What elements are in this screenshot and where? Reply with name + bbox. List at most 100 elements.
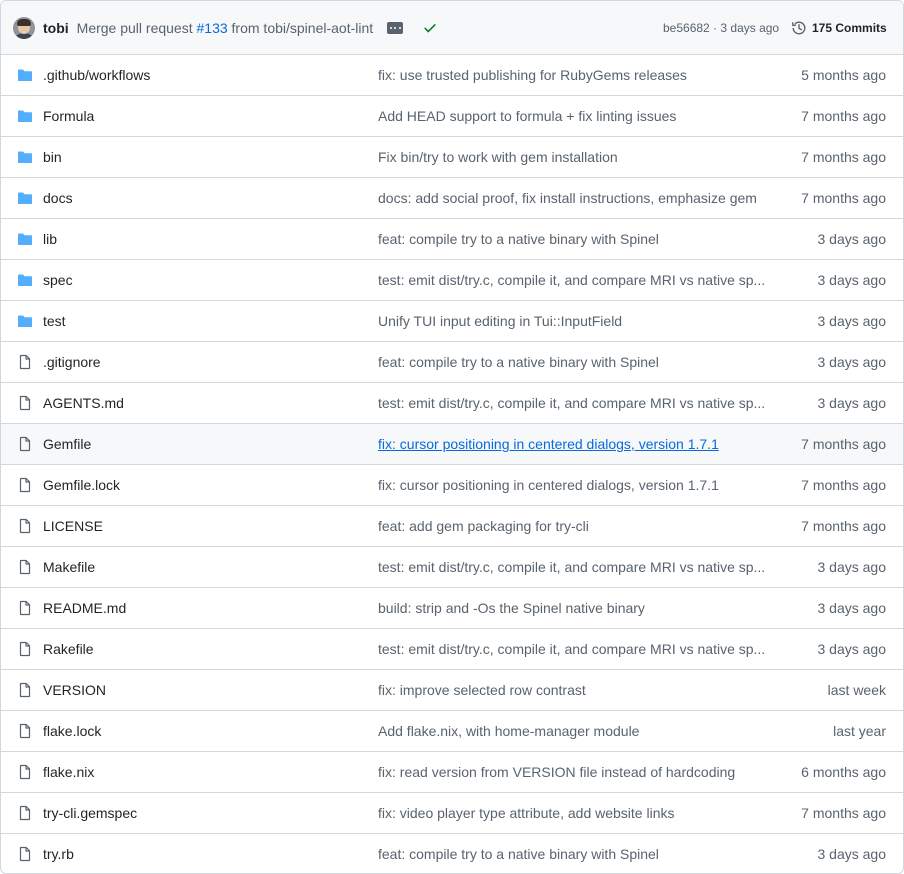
commit-message-link[interactable]: feat: compile try to a native binary wit… <box>378 219 659 260</box>
file-row[interactable]: Rakefile test: emit dist/try.c, compile i… <box>1 629 903 670</box>
commit-message-suffix[interactable]: from tobi/spinel-aot-lint <box>232 20 374 36</box>
commit-age[interactable]: 3 days ago <box>818 219 887 260</box>
file-row[interactable]: Makefile test: emit dist/try.c, compile i… <box>1 547 903 588</box>
file-name-link[interactable]: Makefile <box>43 547 95 588</box>
commit-age[interactable]: 7 months ago <box>801 506 886 547</box>
commit-message-link[interactable]: fix: improve selected row contrast <box>378 670 586 711</box>
expand-commit-message-button[interactable] <box>387 21 404 34</box>
file-row[interactable]: try-cli.gemspec fix: video player type at… <box>1 793 903 834</box>
avatar[interactable] <box>13 16 35 39</box>
commit-age[interactable]: 3 days ago <box>818 547 887 588</box>
file-name-link[interactable]: flake.lock <box>43 711 101 752</box>
folder-name-link[interactable]: .github/workflows <box>43 55 150 96</box>
file-row[interactable]: bin Fix bin/try to work with gem installa… <box>1 137 903 178</box>
file-name-link[interactable]: try-cli.gemspec <box>43 793 137 834</box>
commit-message-link[interactable]: fix: cursor positioning in centered dial… <box>378 424 719 465</box>
commit-message-link[interactable]: Unify TUI input editing in Tui::InputFie… <box>378 301 622 342</box>
commit-age[interactable]: 6 months ago <box>801 752 886 793</box>
file-name-link[interactable]: AGENTS.md <box>43 383 124 424</box>
file-row[interactable]: docs docs: add social proof, fix install … <box>1 178 903 219</box>
commit-age[interactable]: 5 months ago <box>801 55 886 96</box>
file-name-link[interactable]: LICENSE <box>43 506 103 547</box>
pull-request-link[interactable]: #133 <box>197 20 228 36</box>
commit-message-link[interactable]: test: emit dist/try.c, compile it, and c… <box>378 383 765 424</box>
folder-icon <box>17 149 33 165</box>
file-name-link[interactable]: Gemfile.lock <box>43 465 120 506</box>
file-name-link[interactable]: try.rb <box>43 834 74 873</box>
commit-age[interactable]: last week <box>828 670 886 711</box>
commit-message-link[interactable]: test: emit dist/try.c, compile it, and c… <box>378 547 765 588</box>
file-name-link[interactable]: Gemfile <box>43 424 91 465</box>
file-row[interactable]: LICENSE feat: add gem packaging for try-c… <box>1 506 903 547</box>
file-name-link[interactable]: VERSION <box>43 670 106 711</box>
file-icon <box>17 518 33 534</box>
commit-age[interactable]: 3 days ago <box>818 301 887 342</box>
file-row[interactable]: lib feat: compile try to a native binary … <box>1 219 903 260</box>
commits-count: 175 Commits <box>812 21 887 35</box>
file-row[interactable]: README.md build: strip and -Os the Spinel… <box>1 588 903 629</box>
commit-message-link[interactable]: feat: add gem packaging for try-cli <box>378 506 589 547</box>
file-row[interactable]: try.rb feat: compile try to a native bina… <box>1 834 903 873</box>
latest-commit-message[interactable]: Merge pull request #133 from tobi/spinel… <box>77 20 374 36</box>
file-row[interactable]: VERSION fix: improve selected row contras… <box>1 670 903 711</box>
file-icon <box>17 723 33 739</box>
file-row[interactable]: flake.lock Add flake.nix, with home-manag… <box>1 711 903 752</box>
file-row[interactable]: test Unify TUI input editing in Tui::Inpu… <box>1 301 903 342</box>
commit-message-link[interactable]: test: emit dist/try.c, compile it, and c… <box>378 260 765 301</box>
commit-message-link[interactable]: Fix bin/try to work with gem installatio… <box>378 137 618 178</box>
file-name-link[interactable]: flake.nix <box>43 752 94 793</box>
commit-message-link[interactable]: feat: compile try to a native binary wit… <box>378 342 659 383</box>
commit-message-link[interactable]: fix: video player type attribute, add we… <box>378 793 675 834</box>
file-row[interactable]: Gemfile fix: cursor positioning in center… <box>1 424 903 465</box>
folder-name-link[interactable]: bin <box>43 137 62 178</box>
folder-icon <box>17 313 33 329</box>
folder-name-link[interactable]: spec <box>43 260 73 301</box>
commit-message-link[interactable]: fix: use trusted publishing for RubyGems… <box>378 55 687 96</box>
commit-message-link[interactable]: fix: cursor positioning in centered dial… <box>378 465 719 506</box>
commit-age[interactable]: 7 months ago <box>801 465 886 506</box>
commit-message-link[interactable]: Add flake.nix, with home-manager module <box>378 711 639 752</box>
commit-age[interactable]: 3 days ago <box>818 834 887 873</box>
file-row[interactable]: Gemfile.lock fix: cursor positioning in c… <box>1 465 903 506</box>
commit-message-link[interactable]: test: emit dist/try.c, compile it, and c… <box>378 629 765 670</box>
file-icon <box>17 436 33 452</box>
commit-age[interactable]: 7 months ago <box>801 793 886 834</box>
commit-age[interactable]: 3 days ago <box>818 260 887 301</box>
commit-sha-age[interactable]: be56682 · 3 days ago <box>663 1 779 55</box>
commit-age[interactable]: 3 days ago <box>818 588 887 629</box>
file-row[interactable]: .github/workflows fix: use trusted publis… <box>1 55 903 96</box>
file-icon <box>17 559 33 575</box>
folder-name-link[interactable]: test <box>43 301 66 342</box>
folder-name-link[interactable]: lib <box>43 219 57 260</box>
file-list: .github/workflows fix: use trusted publis… <box>1 55 903 873</box>
commit-message-link[interactable]: Add HEAD support to formula + fix lintin… <box>378 96 676 137</box>
commits-history-button[interactable]: 175 Commits <box>791 1 887 55</box>
folder-name-link[interactable]: docs <box>43 178 73 219</box>
commit-message-link[interactable]: build: strip and -Os the Spinel native b… <box>378 588 645 629</box>
commit-age[interactable]: 7 months ago <box>801 96 886 137</box>
commit-age[interactable]: 7 months ago <box>801 137 886 178</box>
commit-age[interactable]: 7 months ago <box>801 424 886 465</box>
commit-author[interactable]: tobi <box>43 20 69 36</box>
commit-age[interactable]: 3 days ago <box>818 629 887 670</box>
file-row[interactable]: spec test: emit dist/try.c, compile it, a… <box>1 260 903 301</box>
file-name-link[interactable]: .gitignore <box>43 342 101 383</box>
commit-age[interactable]: 3 days ago <box>818 342 887 383</box>
commit-age[interactable]: last year <box>833 711 886 752</box>
history-icon <box>791 21 806 35</box>
folder-name-link[interactable]: Formula <box>43 96 94 137</box>
file-icon <box>17 805 33 821</box>
commit-message-link[interactable]: feat: compile try to a native binary wit… <box>378 834 659 873</box>
commit-age[interactable]: 7 months ago <box>801 178 886 219</box>
file-row[interactable]: flake.nix fix: read version from VERSION … <box>1 752 903 793</box>
commit-message-link[interactable]: fix: read version from VERSION file inst… <box>378 752 735 793</box>
file-row[interactable]: Formula Add HEAD support to formula + fix… <box>1 96 903 137</box>
commit-message-prefix[interactable]: Merge pull request <box>77 20 193 36</box>
file-name-link[interactable]: README.md <box>43 588 126 629</box>
file-name-link[interactable]: Rakefile <box>43 629 94 670</box>
file-row[interactable]: .gitignore feat: compile try to a native … <box>1 342 903 383</box>
file-row[interactable]: AGENTS.md test: emit dist/try.c, compile … <box>1 383 903 424</box>
commit-message-link[interactable]: docs: add social proof, fix install inst… <box>378 178 757 219</box>
commit-age[interactable]: 3 days ago <box>818 383 887 424</box>
check-icon[interactable] <box>423 21 437 35</box>
